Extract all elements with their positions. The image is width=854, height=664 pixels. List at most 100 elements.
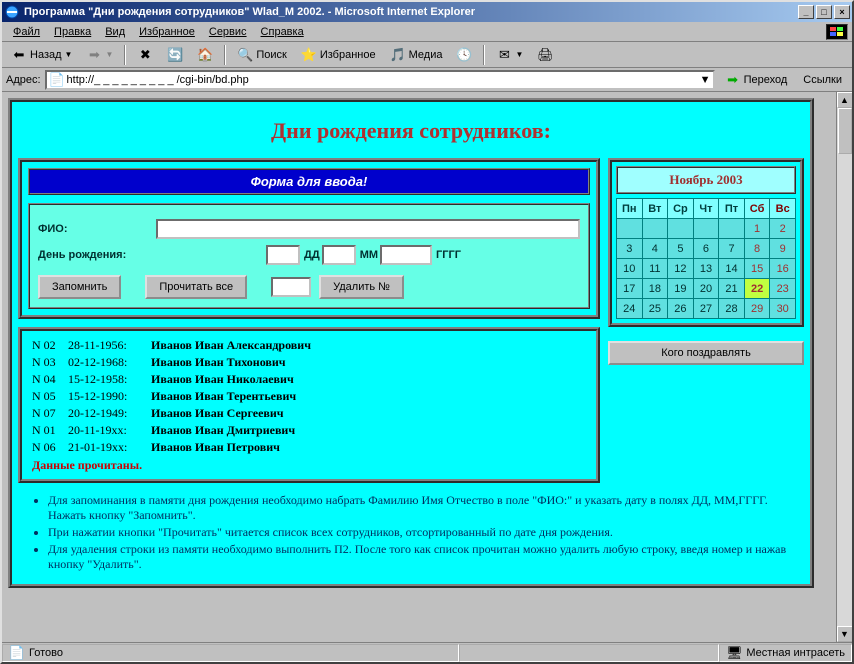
calendar-day[interactable]: 13 <box>693 259 719 279</box>
calendar-day[interactable]: 22 <box>744 279 770 299</box>
calendar-dow: Пт <box>719 199 745 219</box>
record-row: N 0720-12-1949: Иванов Иван Сергеевич <box>32 405 586 422</box>
address-label: Адрес: <box>6 74 41 86</box>
calendar-day[interactable]: 24 <box>617 299 643 319</box>
calendar-day[interactable]: 10 <box>617 259 643 279</box>
menu-file[interactable]: Файл <box>6 24 47 40</box>
statusbar: 📄 Готово 🖥 Местная интрасеть <box>2 642 852 662</box>
mm-label: ММ <box>360 249 378 261</box>
go-button[interactable]: ➡ Переход <box>719 70 794 90</box>
calendar-day[interactable]: 11 <box>642 259 668 279</box>
minimize-button[interactable]: _ <box>798 5 814 19</box>
instruction-item: Для удаления строки из памяти необходимо… <box>48 542 794 572</box>
read-all-button[interactable]: Прочитать все <box>145 275 247 299</box>
media-button[interactable]: 🎵Медиа <box>385 45 448 65</box>
ie-window: Программа "Дни рождения сотрудников" Wla… <box>0 0 854 664</box>
search-icon: 🔍 <box>237 47 253 63</box>
calendar-dow: Пн <box>617 199 643 219</box>
calendar-day[interactable]: 3 <box>617 239 643 259</box>
delete-number-input[interactable] <box>271 277 311 297</box>
maximize-button[interactable]: □ <box>816 5 832 19</box>
history-button[interactable]: 🕓 <box>451 45 477 65</box>
menu-tools[interactable]: Сервис <box>202 24 254 40</box>
links-button[interactable]: Ссылки <box>797 72 848 88</box>
favorites-button[interactable]: ⭐Избранное <box>296 45 381 65</box>
fio-input[interactable] <box>156 219 580 239</box>
mail-icon: ✉ <box>496 47 512 63</box>
status-ready: Готово <box>29 647 63 659</box>
calendar-day[interactable]: 17 <box>617 279 643 299</box>
page-heading: Дни рождения сотрудников: <box>18 108 804 158</box>
calendar-day[interactable]: 19 <box>668 279 694 299</box>
scroll-thumb[interactable] <box>838 108 852 154</box>
window-title: Программа "Дни рождения сотрудников" Wla… <box>24 6 798 18</box>
calendar-day[interactable]: 6 <box>693 239 719 259</box>
refresh-button[interactable]: 🔄 <box>162 45 188 65</box>
menubar: Файл Правка Вид Избранное Сервис Справка <box>2 22 852 42</box>
address-input[interactable] <box>65 73 700 87</box>
menu-view[interactable]: Вид <box>98 24 132 40</box>
menu-help[interactable]: Справка <box>254 24 311 40</box>
year-input[interactable] <box>380 245 432 265</box>
dob-label: День рождения: <box>38 249 148 261</box>
status-zone: Местная интрасеть <box>746 647 845 659</box>
congratulate-button[interactable]: Кого поздравлять <box>608 341 804 365</box>
menu-edit[interactable]: Правка <box>47 24 98 40</box>
mail-button[interactable]: ✉▼ <box>491 45 528 65</box>
address-dropdown-icon[interactable]: ▼ <box>700 74 711 86</box>
calendar-day[interactable]: 9 <box>770 239 796 259</box>
calendar-empty <box>693 219 719 239</box>
calendar-day[interactable]: 20 <box>693 279 719 299</box>
calendar-day[interactable]: 23 <box>770 279 796 299</box>
calendar-table: ПнВтСрЧтПтСбВс12345678910111213141516171… <box>616 198 796 319</box>
media-icon: 🎵 <box>390 47 406 63</box>
calendar-day[interactable]: 2 <box>770 219 796 239</box>
delete-button[interactable]: Удалить № <box>319 275 404 299</box>
close-button[interactable]: × <box>834 5 850 19</box>
calendar-day[interactable]: 8 <box>744 239 770 259</box>
calendar-empty <box>719 219 745 239</box>
instruction-item: При нажатии кнопки "Прочитать" читается … <box>48 525 794 540</box>
calendar-day[interactable]: 29 <box>744 299 770 319</box>
vertical-scrollbar[interactable]: ▲ ▼ <box>836 92 852 642</box>
calendar-day[interactable]: 25 <box>642 299 668 319</box>
calendar-dow: Сб <box>744 199 770 219</box>
go-icon: ➡ <box>725 72 741 88</box>
print-button[interactable]: 🖨 <box>532 45 558 65</box>
calendar-day[interactable]: 28 <box>719 299 745 319</box>
scroll-down-icon[interactable]: ▼ <box>837 626 853 642</box>
forward-button[interactable]: ➡▼ <box>81 45 118 65</box>
calendar-day[interactable]: 1 <box>744 219 770 239</box>
calendar-day[interactable]: 5 <box>668 239 694 259</box>
scroll-up-icon[interactable]: ▲ <box>837 92 853 108</box>
calendar-day[interactable]: 26 <box>668 299 694 319</box>
calendar-day[interactable]: 12 <box>668 259 694 279</box>
calendar-day[interactable]: 16 <box>770 259 796 279</box>
windows-flag-icon <box>826 24 848 40</box>
save-button[interactable]: Запомнить <box>38 275 121 299</box>
history-icon: 🕓 <box>456 47 472 63</box>
record-row: N 0302-12-1968: Иванов Иван Тихонович <box>32 354 586 371</box>
back-button[interactable]: ⬅ Назад ▼ <box>6 45 77 65</box>
calendar-day[interactable]: 18 <box>642 279 668 299</box>
fio-label: ФИО: <box>38 223 148 235</box>
calendar-day[interactable]: 7 <box>719 239 745 259</box>
calendar-day[interactable]: 4 <box>642 239 668 259</box>
menu-favorites[interactable]: Избранное <box>132 24 202 40</box>
day-input[interactable] <box>266 245 300 265</box>
stop-button[interactable]: ✖ <box>132 45 158 65</box>
calendar-day[interactable]: 21 <box>719 279 745 299</box>
home-button[interactable]: 🏠 <box>192 45 218 65</box>
titlebar: Программа "Дни рождения сотрудников" Wla… <box>2 2 852 22</box>
month-input[interactable] <box>322 245 356 265</box>
calendar-dow: Вс <box>770 199 796 219</box>
address-field-wrap: 📄 ▼ <box>45 70 715 90</box>
status-page-icon: 📄 <box>9 645 25 661</box>
print-icon: 🖨 <box>537 47 553 63</box>
search-button[interactable]: 🔍Поиск <box>232 45 291 65</box>
calendar-day[interactable]: 30 <box>770 299 796 319</box>
calendar-day[interactable]: 15 <box>744 259 770 279</box>
calendar-day[interactable]: 27 <box>693 299 719 319</box>
calendar-day[interactable]: 14 <box>719 259 745 279</box>
form-title: Форма для ввода! <box>28 168 590 195</box>
